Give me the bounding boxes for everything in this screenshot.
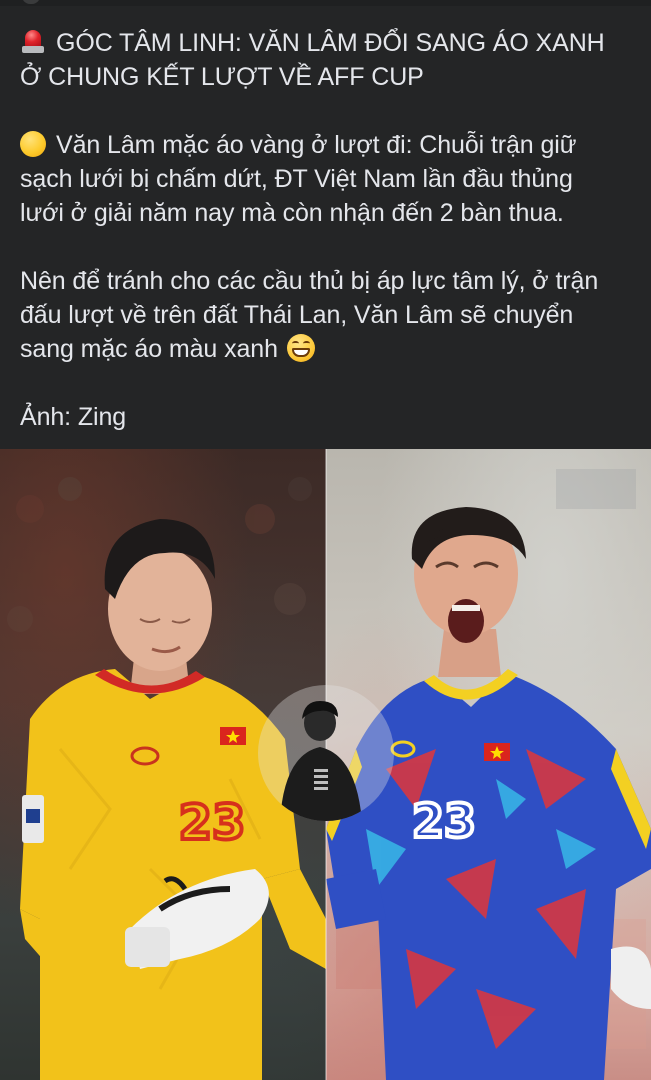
grinning-face-icon [286, 334, 315, 362]
title-line-1: GÓC TÂM LINH: VĂN LÂM ĐỔI SANG ÁO XANH [56, 29, 605, 57]
post-title: GÓC TÂM LINH: VĂN LÂM ĐỔI SANG ÁO XANH Ở… [20, 26, 632, 94]
para2-line-2: sạch lưới bị chấm dứt, ĐT Việt Nam lần đ… [20, 165, 573, 193]
watermark-face-icon [280, 701, 362, 821]
para3-line-3: sang mặc áo màu xanh [20, 335, 278, 363]
para3-line-2: đấu lượt về trên đất Thái Lan, Văn Lâm s… [20, 301, 574, 329]
para2-line-1: Văn Lâm mặc áo vàng ở lượt đi: Chuỗi trậ… [56, 131, 577, 159]
post-photo[interactable]: 23 23 [0, 449, 651, 1080]
photo-credit: Ảnh: Zing [20, 400, 632, 434]
para3-line-1: Nên để tránh cho các cầu thủ bị áp lực t… [20, 267, 599, 295]
title-line-2: Ở CHUNG KẾT LƯỢT VỀ AFF CUP [20, 63, 424, 91]
post-body: GÓC TÂM LINH: VĂN LÂM ĐỔI SANG ÁO XANH Ở… [20, 26, 632, 434]
left-jersey-number: 23 [179, 795, 246, 851]
yellow-circle-icon [20, 131, 46, 157]
avatar-edge [22, 0, 40, 4]
paragraph-second-leg: Nên để tránh cho các cầu thủ bị áp lực t… [20, 264, 632, 366]
previous-post-edge [0, 0, 651, 6]
police-car-light-icon [20, 29, 46, 55]
paragraph-first-leg: Văn Lâm mặc áo vàng ở lượt đi: Chuỗi trậ… [20, 128, 632, 230]
credit-text: Ảnh: Zing [20, 403, 127, 431]
watermark-avatar [258, 685, 394, 821]
right-jersey-number: 23 [412, 794, 476, 848]
para2-line-3: lưới ở giải năm nay mà còn nhận đến 2 bà… [20, 199, 564, 227]
